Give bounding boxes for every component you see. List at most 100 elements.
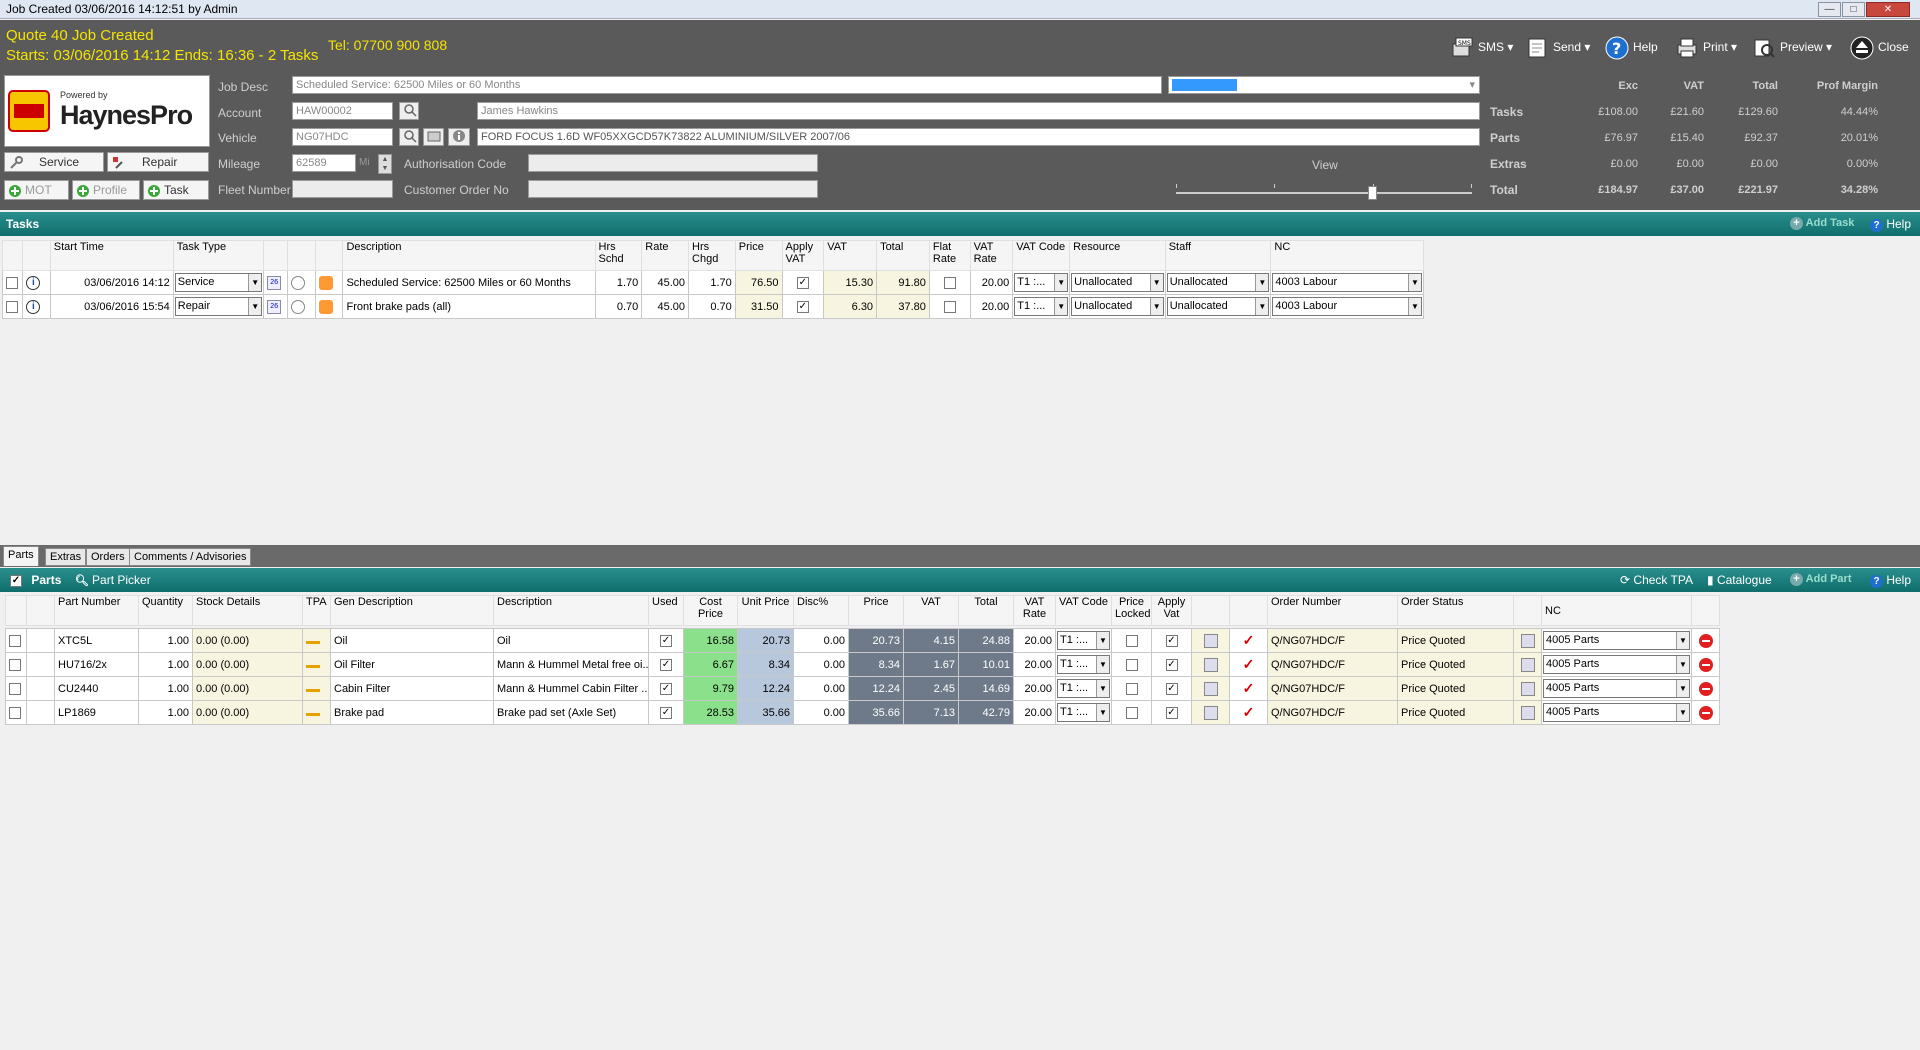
add-part-button[interactable]: + Add Part bbox=[1790, 573, 1852, 586]
part-disc[interactable]: 0.00 bbox=[793, 676, 849, 701]
table-row[interactable]: HU716/2x 1.00 0.00 (0.00) Oil Filter Man… bbox=[5, 652, 1720, 677]
task-type-select[interactable]: Repair ▼ bbox=[174, 297, 263, 316]
delete-icon[interactable] bbox=[1698, 681, 1713, 696]
col-header-part-number[interactable]: Part Number bbox=[54, 595, 139, 626]
vehicle-info-button[interactable] bbox=[448, 128, 470, 146]
task-hrs-schd[interactable]: 1.70 bbox=[594, 270, 643, 295]
task-description[interactable]: Scheduled Service: 62500 Miles or 60 Mon… bbox=[342, 270, 596, 295]
nc-select[interactable]: 4005 Parts ▼ bbox=[1543, 631, 1690, 650]
vehicle-search-button[interactable] bbox=[399, 128, 419, 146]
part-quantity[interactable]: 1.00 bbox=[138, 628, 193, 653]
task-start-time[interactable]: 03/06/2016 14:12 bbox=[49, 270, 174, 295]
col-header-description[interactable]: Description bbox=[493, 595, 649, 626]
part-cost-price[interactable]: 9.79 bbox=[683, 676, 738, 701]
col-header-vat[interactable]: VAT bbox=[903, 595, 959, 626]
vat-code-select[interactable]: T1 :... ▼ bbox=[1057, 679, 1110, 698]
task-hrs-chgd[interactable]: 0.70 bbox=[688, 294, 736, 319]
used-checkbox[interactable]: ✓ bbox=[660, 658, 672, 671]
col-header-flat-rate[interactable]: Flat Rate bbox=[928, 240, 971, 271]
vehicle-reg-input[interactable]: NG07HDC bbox=[292, 128, 393, 146]
row-select-checkbox[interactable] bbox=[9, 658, 21, 671]
vat-code-select[interactable]: T1 :... ▼ bbox=[1057, 631, 1110, 650]
task-rate[interactable]: 45.00 bbox=[641, 270, 690, 295]
notes-icon[interactable] bbox=[1203, 705, 1218, 720]
add-task-button[interactable]: + Add Task bbox=[1790, 217, 1854, 230]
col-header-order-number[interactable]: Order Number bbox=[1267, 595, 1398, 626]
apply-vat-checkbox[interactable]: ✓ bbox=[796, 300, 809, 313]
flat-rate-checkbox[interactable] bbox=[943, 276, 956, 289]
catalogue-button[interactable]: ▮ Catalogue bbox=[1707, 573, 1772, 587]
calendar-icon[interactable]: 26 bbox=[267, 299, 282, 314]
slider-thumb[interactable] bbox=[1368, 186, 1377, 200]
part-order-number[interactable]: Q/NG07HDC/F bbox=[1267, 676, 1398, 701]
calendar-icon[interactable]: 26 bbox=[267, 275, 282, 290]
customer-order-input[interactable] bbox=[528, 180, 818, 198]
col-header-order-status[interactable]: Order Status bbox=[1397, 595, 1514, 626]
col-header-start-time[interactable]: Start Time bbox=[49, 240, 174, 271]
service-button[interactable]: Service bbox=[4, 152, 104, 172]
col-header-nc[interactable]: NC bbox=[1541, 595, 1692, 626]
info-icon[interactable]: i bbox=[26, 299, 41, 314]
part-number[interactable]: CU2440 bbox=[54, 676, 139, 701]
apply-vat-checkbox[interactable]: ✓ bbox=[1165, 658, 1178, 671]
account-search-button[interactable] bbox=[399, 102, 419, 120]
col-header-price-locked[interactable]: Price Locked bbox=[1111, 595, 1152, 626]
view-zoom-slider[interactable] bbox=[1176, 180, 1472, 208]
minimize-button[interactable]: — bbox=[1818, 2, 1841, 17]
tools-icon[interactable] bbox=[319, 275, 334, 290]
task-rate[interactable]: 45.00 bbox=[641, 294, 690, 319]
parts-select-all-checkbox[interactable]: ✓ bbox=[10, 574, 22, 587]
vehicle-description-input[interactable]: FORD FOCUS 1.6D WF05XXGCD57K73822 ALUMIN… bbox=[477, 128, 1480, 146]
col-header-hrs-schd[interactable]: Hrs Schd bbox=[594, 240, 643, 271]
row-select-checkbox[interactable] bbox=[9, 706, 21, 719]
col-header-total[interactable]: Total bbox=[876, 240, 930, 271]
col-header-cost-price[interactable]: Cost Price bbox=[683, 595, 738, 626]
part-description[interactable]: Brake pad set (Axle Set) bbox=[493, 700, 649, 725]
part-cost-price[interactable]: 6.67 bbox=[683, 652, 738, 677]
notes-icon[interactable] bbox=[1203, 681, 1218, 696]
repair-button[interactable]: Repair bbox=[107, 152, 209, 172]
preview-button[interactable]: Preview ▾ bbox=[1752, 30, 1832, 64]
part-quantity[interactable]: 1.00 bbox=[138, 676, 193, 701]
notes-icon[interactable] bbox=[1203, 633, 1218, 648]
delete-icon[interactable] bbox=[1698, 633, 1713, 648]
parts-help-button[interactable]: ? Help bbox=[1870, 573, 1911, 588]
nc-select[interactable]: 4005 Parts ▼ bbox=[1543, 655, 1690, 674]
part-cost-price[interactable]: 28.53 bbox=[683, 700, 738, 725]
col-header-task-type[interactable]: Task Type bbox=[172, 240, 265, 271]
vat-code-select[interactable]: T1 :... ▼ bbox=[1057, 703, 1110, 722]
task-hrs-chgd[interactable]: 1.70 bbox=[688, 270, 736, 295]
col-header-unit-price[interactable]: Unit Price bbox=[737, 595, 794, 626]
part-number[interactable]: LP1869 bbox=[54, 700, 139, 725]
part-disc[interactable]: 0.00 bbox=[793, 652, 849, 677]
notes-icon[interactable] bbox=[1520, 633, 1535, 648]
window-close-button[interactable]: ✕ bbox=[1866, 2, 1910, 17]
part-number[interactable]: HU716/2x bbox=[54, 652, 139, 677]
check-tpa-button[interactable]: ⟳ Check TPA bbox=[1620, 573, 1693, 587]
nc-select[interactable]: 4005 Parts ▼ bbox=[1543, 679, 1690, 698]
task-vat-rate[interactable]: 20.00 bbox=[969, 270, 1014, 295]
col-header-apply-vat[interactable]: Apply VAT bbox=[781, 240, 825, 271]
used-checkbox[interactable]: ✓ bbox=[660, 634, 672, 647]
price-locked-checkbox[interactable] bbox=[1125, 658, 1138, 671]
tools-icon[interactable] bbox=[319, 299, 334, 314]
resource-select[interactable]: Unallocated ▼ bbox=[1071, 297, 1164, 316]
table-row[interactable]: CU2440 1.00 0.00 (0.00) Cabin Filter Man… bbox=[5, 676, 1720, 701]
apply-vat-checkbox[interactable]: ✓ bbox=[1165, 682, 1178, 695]
col-header-vat-code[interactable]: VAT Code bbox=[1055, 595, 1112, 626]
used-checkbox[interactable]: ✓ bbox=[660, 682, 672, 695]
clock-icon[interactable] bbox=[290, 275, 305, 290]
profile-button[interactable]: Profile bbox=[72, 180, 140, 200]
sms-button[interactable]: SMS SMS ▾ bbox=[1450, 30, 1513, 64]
col-header-resource[interactable]: Resource bbox=[1069, 240, 1166, 271]
col-header-tpa[interactable]: TPA bbox=[302, 595, 331, 626]
part-vat-rate[interactable]: 20.00 bbox=[1013, 652, 1056, 677]
part-order-number[interactable]: Q/NG07HDC/F bbox=[1267, 628, 1398, 653]
tab-parts[interactable]: Parts bbox=[3, 546, 39, 566]
part-order-number[interactable]: Q/NG07HDC/F bbox=[1267, 652, 1398, 677]
mileage-input[interactable]: 62589 bbox=[292, 154, 356, 172]
add-task-quick-button[interactable]: Task bbox=[143, 180, 209, 200]
row-select-checkbox[interactable] bbox=[6, 276, 18, 289]
part-cost-price[interactable]: 16.58 bbox=[683, 628, 738, 653]
task-vat-rate[interactable]: 20.00 bbox=[969, 294, 1014, 319]
